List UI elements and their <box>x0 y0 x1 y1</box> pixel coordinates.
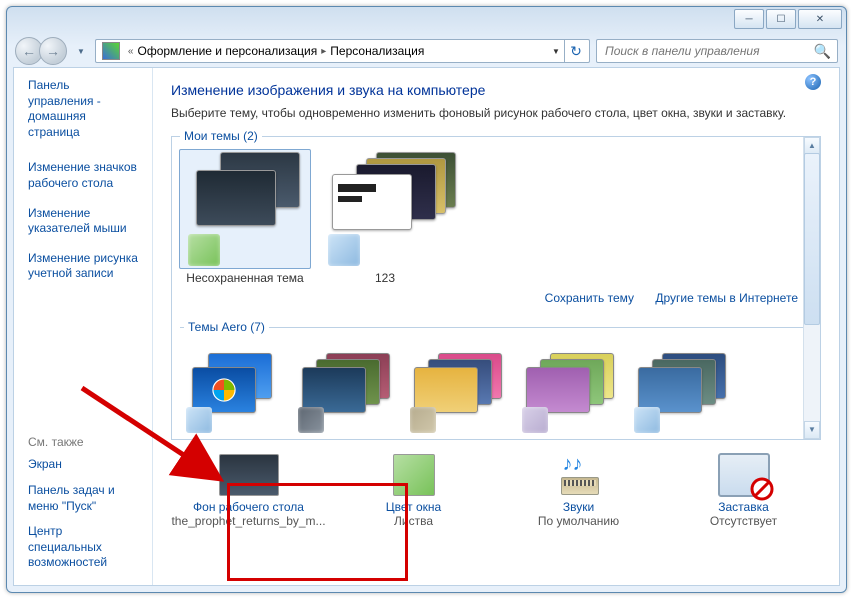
body-area: Панель управления - домашняя страница Из… <box>13 67 840 586</box>
config-sounds[interactable]: ♪♪ Звуки По умолчанию <box>501 452 656 528</box>
my-themes-label: Мои темы (2) <box>180 129 262 143</box>
config-window-color[interactable]: Цвет окна Листва <box>336 452 491 528</box>
page-subtitle: Выберите тему, чтобы одновременно измени… <box>171 106 821 122</box>
scroll-down-button[interactable]: ▼ <box>804 421 820 439</box>
control-panel-window: ─ ☐ ✕ ← → ▼ « Оформление и персонализаци… <box>6 6 847 593</box>
sidebar-link-desktop-icons[interactable]: Изменение значков рабочего стола <box>28 160 138 191</box>
forward-button[interactable]: → <box>39 37 67 65</box>
see-also-accessibility[interactable]: Центр специальных возможностей <box>28 524 138 571</box>
titlebar: ─ ☐ ✕ <box>7 7 846 35</box>
main-panel: ? Изменение изображения и звука на компь… <box>152 68 839 585</box>
save-theme-link[interactable]: Сохранить тему <box>545 291 634 305</box>
config-desktop-background[interactable]: Фон рабочего стола the_prophet_returns_b… <box>171 452 326 528</box>
config-row: Фон рабочего стола the_prophet_returns_b… <box>153 440 839 528</box>
config-color-value: Листва <box>336 514 491 528</box>
nav-buttons: ← → <box>15 37 67 65</box>
theme-123[interactable]: 123 <box>320 149 450 285</box>
aero-theme-4[interactable] <box>516 353 624 433</box>
scroll-thumb[interactable] <box>804 153 820 325</box>
theme-section: Мои темы (2) Несохраненная тема <box>171 136 821 440</box>
personalization-icon <box>102 42 120 60</box>
theme-action-links: Сохранить тему Другие темы в Интернете <box>172 287 820 305</box>
my-themes-row: Несохраненная тема <box>172 137 820 287</box>
sidebar-link-account-picture[interactable]: Изменение рисунка учетной записи <box>28 251 138 282</box>
sidebar: Панель управления - домашняя страница Из… <box>14 68 152 585</box>
close-button[interactable]: ✕ <box>798 9 842 29</box>
config-saver-title: Заставка <box>666 500 821 514</box>
screensaver-icon <box>718 453 770 497</box>
refresh-button[interactable]: ↻ <box>564 40 587 62</box>
address-bar[interactable]: « Оформление и персонализация ▸ Персонал… <box>95 39 590 63</box>
scrollbar[interactable]: ▲ ▼ <box>803 137 820 439</box>
window-color-icon <box>393 454 435 496</box>
aero-theme-3[interactable] <box>404 353 512 433</box>
breadcrumb: « Оформление и персонализация ▸ Персонал… <box>124 44 548 58</box>
aero-theme-2[interactable] <box>292 353 400 433</box>
config-bg-title: Фон рабочего стола <box>171 500 326 514</box>
desktop-bg-preview-icon <box>219 454 279 496</box>
aero-themes-row <box>172 339 744 435</box>
breadcrumb-level2[interactable]: Персонализация <box>330 44 424 58</box>
config-sound-value: По умолчанию <box>501 514 656 528</box>
aero-theme-1[interactable] <box>180 353 288 433</box>
config-screensaver[interactable]: Заставка Отсутствует <box>666 452 821 528</box>
search-icon[interactable]: 🔍 <box>814 43 831 60</box>
theme-123-label: 123 <box>375 271 395 285</box>
history-dropdown[interactable]: ▼ <box>73 47 89 56</box>
sidebar-home-link[interactable]: Панель управления - домашняя страница <box>28 78 138 140</box>
toolbar: ← → ▼ « Оформление и персонализация ▸ Пе… <box>7 35 846 67</box>
maximize-button[interactable]: ☐ <box>766 9 796 29</box>
aero-theme-5[interactable] <box>628 353 736 433</box>
sounds-icon: ♪♪ <box>557 455 601 495</box>
more-themes-link[interactable]: Другие темы в Интернете <box>655 291 798 305</box>
address-dropdown[interactable]: ▼ <box>548 47 564 56</box>
search-input[interactable] <box>603 43 814 59</box>
minimize-button[interactable]: ─ <box>734 9 764 29</box>
main-header: Изменение изображения и звука на компьют… <box>153 68 839 130</box>
sidebar-see-also: См. также Экран Панель задач и меню "Пус… <box>28 435 138 575</box>
page-title: Изменение изображения и звука на компьют… <box>171 82 821 98</box>
config-bg-value: the_prophet_returns_by_m... <box>171 514 326 528</box>
help-icon[interactable]: ? <box>805 74 821 90</box>
see-also-title: См. также <box>28 435 138 449</box>
theme-unsaved[interactable]: Несохраненная тема <box>180 149 310 285</box>
search-bar[interactable]: 🔍 <box>596 39 838 63</box>
scroll-up-button[interactable]: ▲ <box>804 137 820 155</box>
config-color-title: Цвет окна <box>336 500 491 514</box>
config-saver-value: Отсутствует <box>666 514 821 528</box>
config-sound-title: Звуки <box>501 500 656 514</box>
breadcrumb-level1[interactable]: Оформление и персонализация <box>137 44 317 58</box>
sidebar-link-mouse-pointers[interactable]: Изменение указателей мыши <box>28 206 138 237</box>
see-also-screen[interactable]: Экран <box>28 457 138 473</box>
see-also-taskbar[interactable]: Панель задач и меню "Пуск" <box>28 483 138 514</box>
theme-unsaved-label: Несохраненная тема <box>186 271 303 285</box>
